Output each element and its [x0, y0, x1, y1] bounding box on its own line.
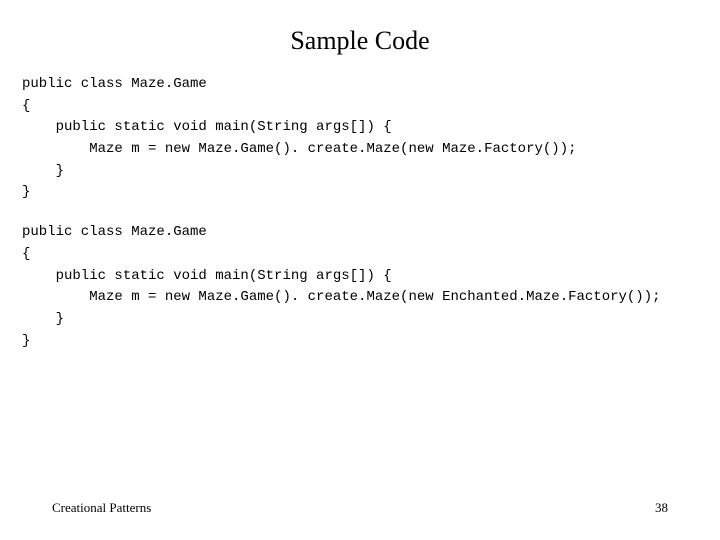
code-block-2: public class Maze.Game { public static v…: [0, 222, 720, 352]
footer-left: Creational Patterns: [52, 500, 151, 516]
slide-title: Sample Code: [0, 0, 720, 74]
footer-page-number: 38: [655, 500, 668, 516]
code-block-1: public class Maze.Game { public static v…: [0, 74, 720, 204]
spacer: [0, 204, 720, 222]
slide: Sample Code public class Maze.Game { pub…: [0, 0, 720, 540]
